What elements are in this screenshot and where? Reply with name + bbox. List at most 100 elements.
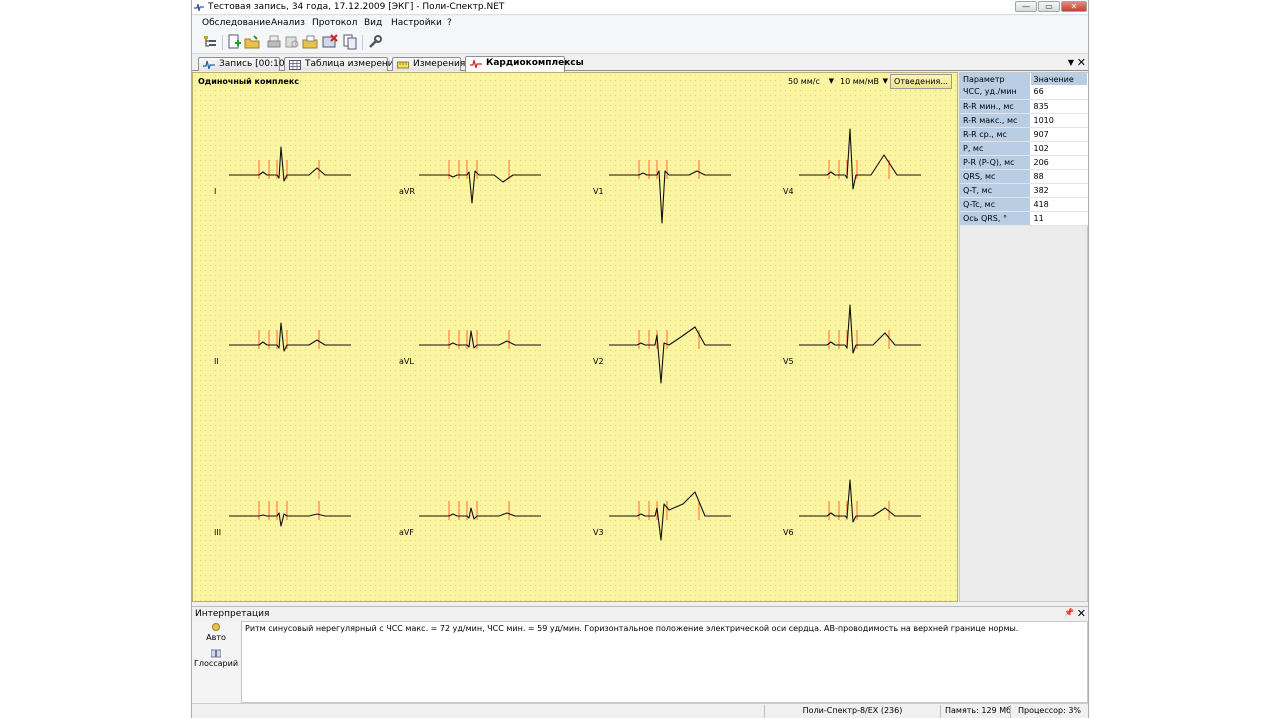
title-bar: Тестовая запись, 34 года, 17.12.2009 [ЭК… [192,0,1088,15]
param-name: R-R макс., мс [960,113,1031,128]
param-value: 206 [1030,155,1088,170]
window-title: Тестовая запись, 34 года, 17.12.2009 [ЭК… [208,2,505,12]
ecg-trace-aVR [419,170,541,204]
parameters-panel: Параметр Значение ЧСС, уд./мин 66 R-R мин… [959,72,1088,602]
ecg-trace-V4 [799,128,921,190]
glossary-label: Глоссарий [193,659,239,668]
ecg-trace-aVF [419,507,541,520]
lead-label-aVF: aVF [399,528,414,537]
status-cpu: Процессор: 3% [1010,705,1088,718]
tab-measurements[interactable]: Измерения [392,57,465,71]
ecg-complex-panel[interactable]: Одиночный комплекс 50 мм/с ▼ 10 мм/мВ ▼ От… [192,72,958,602]
tab-label: Кардиокомплексы [486,58,584,68]
menu-bar: Обследование Анализ Протокол Вид Настрой… [192,16,1088,31]
ecg-trace-V3 [609,491,731,541]
param-name: P, мс [960,141,1031,156]
interpretation-text-area[interactable]: Ритм синусовый нерегулярный с ЧСС макс. … [241,621,1088,703]
ecg-trace-aVL [419,330,541,349]
table-row[interactable]: R-R ср., мс 907 [960,127,1088,142]
app-window: Тестовая запись, 34 года, 17.12.2009 [ЭК… [191,0,1089,718]
menu-view[interactable]: Вид [364,18,382,28]
ecg-record-icon [203,60,215,70]
print-icon[interactable] [266,34,282,50]
param-name: Q-T, мс [960,183,1031,198]
table-row[interactable]: Ось QRS, ° 11 [960,211,1088,226]
menu-analysis[interactable]: Анализ [271,18,305,28]
lead-label-I: I [214,187,217,196]
param-name: R-R ср., мс [960,127,1031,142]
interpretation-title: Интерпретация [195,609,270,619]
param-value: 1010 [1030,113,1088,128]
export-icon[interactable] [302,34,318,50]
ecg-trace-I [229,146,351,182]
tab-label: Запись [00:10] [219,59,289,69]
param-value: 102 [1030,141,1088,156]
table-row[interactable]: ЧСС, уд./мин 66 [960,85,1088,100]
glossary-button[interactable]: Глоссарий [192,649,240,668]
table-row[interactable]: Q-Tc, мс 418 [960,197,1088,212]
param-value: 835 [1030,99,1088,114]
param-value-header[interactable]: Значение [1030,73,1088,85]
param-value: 907 [1030,127,1088,142]
table-row[interactable]: R-R макс., мс 1010 [960,113,1088,128]
tab-record[interactable]: Запись [00:10] [198,57,288,71]
param-name: Q-Tc, мс [960,197,1031,212]
ecg-trace-V2 [609,326,731,384]
lead-label-V6: V6 [783,528,794,537]
param-value: 88 [1030,169,1088,184]
ecg-traces [229,128,921,541]
open-icon[interactable] [244,34,260,50]
auto-label: Авто [206,633,226,642]
pin-icon[interactable]: 📌 [1064,608,1074,617]
ecg-trace-II [229,322,351,352]
param-value: 66 [1030,85,1088,100]
param-value: 382 [1030,183,1088,198]
new-record-icon[interactable] [226,34,242,50]
lead-label-V4: V4 [783,187,794,196]
table-row[interactable]: P-R (P-Q), мс 206 [960,155,1088,170]
copy-icon[interactable] [342,34,358,50]
interpretation-sidebar: Авто Глоссарий [192,621,240,703]
lead-label-aVL: aVL [399,357,414,366]
interpretation-text: Ритм синусовый нерегулярный с ЧСС макс. … [245,624,1019,633]
table-icon [289,60,301,70]
minimize-button[interactable]: — [1015,1,1037,12]
param-value: 418 [1030,197,1088,212]
ecg-trace-V6 [799,479,921,523]
table-row[interactable]: Q-T, мс 382 [960,183,1088,198]
tab-measurement-table[interactable]: Таблица измерений [284,57,399,71]
menu-settings[interactable]: Настройки [391,18,442,28]
menu-protocol[interactable]: Протокол [312,18,357,28]
status-memory: Память: 129 Мб [940,705,1011,718]
lead-label-V2: V2 [593,357,604,366]
menu-help[interactable]: ? [447,18,452,28]
menu-examination[interactable]: Обследование [202,18,271,28]
param-name: QRS, мс [960,169,1031,184]
maximize-button[interactable]: ▭ [1038,1,1060,12]
delete-icon[interactable] [322,34,338,50]
auto-button[interactable]: Авто [192,623,240,642]
lead-label-V3: V3 [593,528,604,537]
book-icon [211,649,221,658]
tree-view-icon[interactable] [202,34,218,50]
table-row[interactable]: R-R мин., мс 835 [960,99,1088,114]
param-value: 11 [1030,211,1088,226]
tab-strip: Запись [00:10] Таблица измерений Измерен… [192,55,1088,72]
tab-list-dropdown-icon[interactable]: ▼ [1068,58,1074,67]
print-preview-icon[interactable] [284,34,300,50]
toolbar [192,31,1088,54]
parameters-table: Параметр Значение ЧСС, уд./мин 66 R-R мин… [960,73,1088,226]
tab-label: Таблица измерений [305,59,400,69]
param-name-header[interactable]: Параметр [960,73,1031,85]
app-icon [194,3,204,12]
close-tab-icon[interactable]: ✕ [1077,56,1086,69]
table-row[interactable]: P, мс 102 [960,141,1088,156]
tools-icon[interactable] [367,34,383,50]
param-name: R-R мин., мс [960,99,1031,114]
tab-label: Измерения [413,59,466,69]
tab-cardiocomplexes[interactable]: Кардиокомплексы [465,56,584,72]
close-panel-icon[interactable]: ✕ [1077,607,1086,620]
table-row[interactable]: QRS, мс 88 [960,169,1088,184]
close-window-button[interactable]: ✕ [1061,1,1087,12]
lead-label-V5: V5 [783,357,794,366]
